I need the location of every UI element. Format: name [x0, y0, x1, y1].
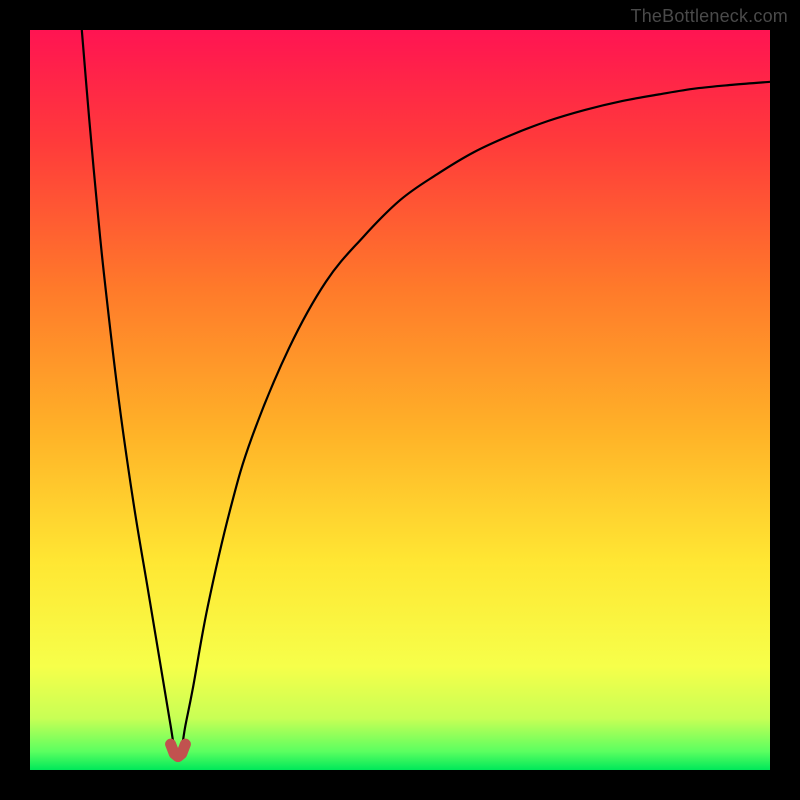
chart-svg	[30, 30, 770, 770]
chart-frame	[30, 30, 770, 770]
watermark-text: TheBottleneck.com	[631, 6, 788, 27]
chart-background	[30, 30, 770, 770]
